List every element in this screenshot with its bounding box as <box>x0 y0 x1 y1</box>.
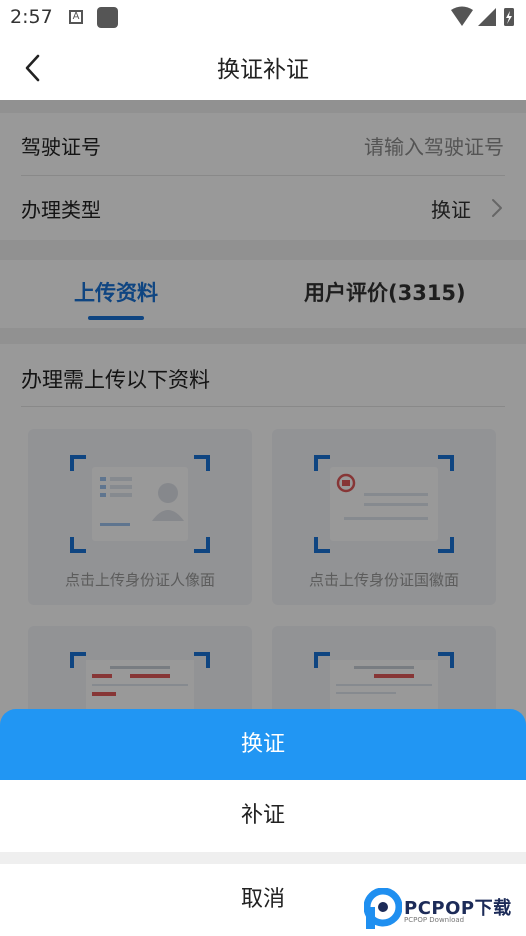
app-header: 换证补证 <box>0 36 526 100</box>
watermark-subtitle: PCPOP Download <box>404 916 465 924</box>
wifi-icon <box>451 6 473 26</box>
action-sheet-gap <box>0 852 526 864</box>
status-bar: 2:57 A <box>0 0 526 36</box>
option-renew-license[interactable]: 换证 <box>0 709 526 780</box>
page-title: 换证补证 <box>217 57 309 83</box>
notification-a-icon: A <box>69 10 83 24</box>
option-reissue-license[interactable]: 补证 <box>0 780 526 852</box>
signal-icon <box>478 8 496 26</box>
status-icons <box>451 6 514 26</box>
notification-app-icon <box>97 7 118 28</box>
watermark-logo: PCPOP下载 PCPOP Download <box>364 886 524 932</box>
pcpop-logo-icon <box>364 888 402 929</box>
status-time: 2:57 <box>10 6 53 28</box>
